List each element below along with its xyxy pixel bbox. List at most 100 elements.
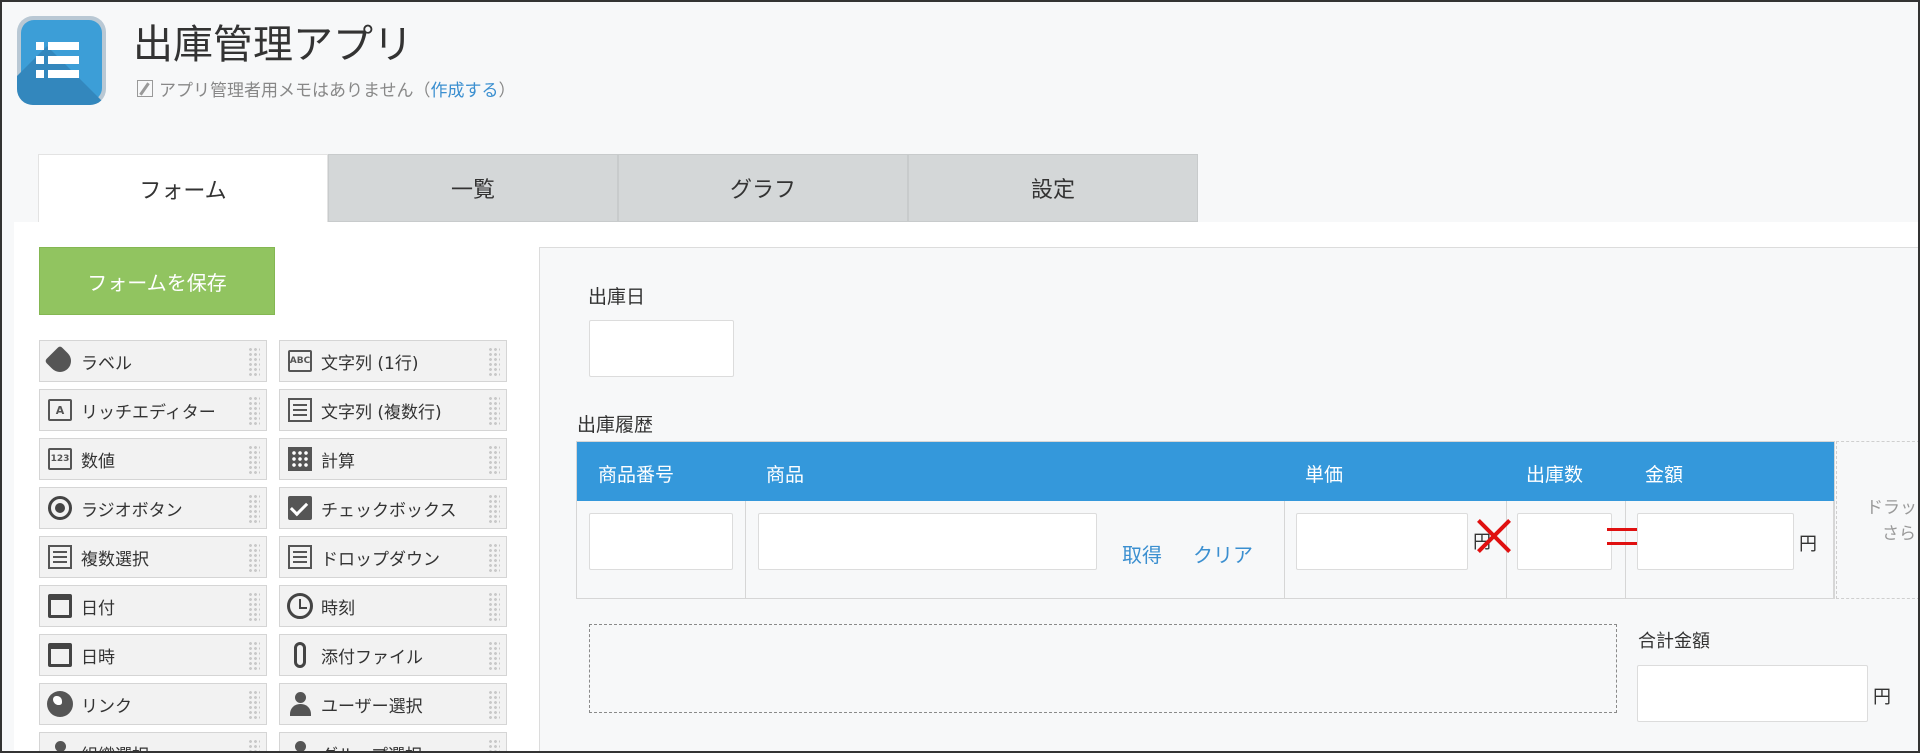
amount-yen: 円 [1799,534,1817,555]
drag-handle-icon [248,445,260,475]
product-input[interactable] [758,513,1097,570]
drag-handle-icon [488,543,500,573]
create-memo-link[interactable]: 作成する [431,76,499,101]
palette-item-text: 複数選択 [81,549,149,570]
palette-item-text: 添付ファイル [321,647,423,668]
tab-graph[interactable]: グラフ [618,154,908,222]
settings-tabs: フォーム 一覧 グラフ 設定 [38,154,1198,223]
multiline-text-icon [287,397,313,423]
memo-paren-close: ） [498,81,516,101]
palette-item-time[interactable]: 時刻 [279,585,507,627]
checkbox-icon [287,495,313,521]
drag-handle-icon [488,396,500,426]
column-header-product: 商品 [766,464,805,486]
palette-item-attachment[interactable]: 添付ファイル [279,634,507,676]
palette-item-dropdown[interactable]: ドロップダウン [279,536,507,578]
group-icon [287,740,313,753]
empty-drop-area[interactable] [589,624,1617,713]
table-header: 商品番号 商品 単価 出庫数 金額 [577,442,1834,501]
drag-handle-icon [488,690,500,720]
palette-item-checkbox[interactable]: チェックボックス [279,487,507,529]
app-memo: アプリ管理者用メモはありません （ 作成する ） [137,76,516,101]
paperclip-icon [287,642,313,668]
tag-icon [44,345,76,377]
palette-item-text: ラベル [81,353,132,374]
field-palette: ラベル ABC 文字列 (1行) A リッチエディター 文字列 (複数行) 123 数… [39,340,507,753]
product-code-input[interactable] [589,513,733,570]
palette-item-text: 日付 [81,598,115,619]
save-form-button[interactable]: フォームを保存 [39,247,275,315]
palette-item-user-select[interactable]: ユーザー選択 [279,683,507,725]
palette-item-date[interactable]: 日付 [39,585,267,627]
total-amount-input[interactable] [1637,665,1868,722]
drag-handle-icon [488,641,500,671]
palette-item-number[interactable]: 123 数値 [39,438,267,480]
palette-item-text: ユーザー選択 [321,696,423,717]
palette-item-single-line-text[interactable]: ABC 文字列 (1行) [279,340,507,382]
palette-item-label[interactable]: ラベル [39,340,267,382]
palette-item-multi-line-text[interactable]: 文字列 (複数行) [279,389,507,431]
palette-item-multi-select[interactable]: 複数選択 [39,536,267,578]
tab-list[interactable]: 一覧 [328,154,618,222]
palette-item-text: ラジオボタン [81,500,183,521]
drag-handle-icon [248,641,260,671]
multi-select-icon [47,544,73,570]
org-icon [47,740,73,753]
amount-input[interactable] [1637,513,1794,570]
palette-item-link[interactable]: リンク [39,683,267,725]
edit-memo-icon [137,80,153,97]
memo-text: アプリ管理者用メモはありません [159,81,414,101]
drag-handle-icon [488,592,500,622]
tab-settings[interactable]: 設定 [908,154,1198,222]
memo-paren-open: （ [413,81,431,101]
palette-item-text: ドロップダウン [321,549,440,570]
field-label-ship-date: 出庫日 [588,286,646,308]
radio-icon [47,495,73,521]
palette-item-calculation[interactable]: 計算 [279,438,507,480]
drag-handle-icon [488,347,500,377]
rich-text-icon: A [47,397,73,423]
drag-handle-icon [248,739,260,753]
palette-item-radio-button[interactable]: ラジオボタン [39,487,267,529]
number-icon: 123 [47,446,73,472]
palette-item-text: 数値 [81,451,115,472]
column-header-amount: 金額 [1645,464,1684,486]
clock-icon [287,593,313,619]
palette-item-text: リンク [81,696,132,717]
dropdown-icon [287,544,313,570]
column-header-price: 単価 [1305,464,1344,486]
list-icon [36,42,79,84]
drag-handle-icon [488,494,500,524]
globe-icon [47,691,73,717]
unit-price-input[interactable] [1296,513,1468,570]
field-label-total-amount: 合計金額 [1638,631,1710,652]
ship-date-input[interactable] [589,320,734,377]
drag-handle-icon [248,347,260,377]
tab-form[interactable]: フォーム [38,154,328,223]
datetime-icon [47,642,73,668]
fetch-link[interactable]: 取得 [1122,539,1162,568]
clear-link[interactable]: クリア [1193,539,1253,568]
total-yen: 円 [1873,687,1891,708]
multiply-annotation [1474,516,1514,556]
palette-item-text: 組織選択 [81,741,149,753]
field-label-ship-history: 出庫履歴 [577,414,654,436]
column-header-code: 商品番号 [598,464,675,486]
column-header-qty: 出庫数 [1526,464,1584,486]
palette-item-group-select[interactable]: グループ選択 [279,732,507,753]
user-icon [287,691,313,717]
palette-item-text: リッチエディター [81,402,216,423]
drag-handle-icon [488,445,500,475]
palette-item-text: 日時 [81,647,115,668]
ship-qty-input[interactable] [1517,513,1612,570]
palette-item-datetime[interactable]: 日時 [39,634,267,676]
palette-item-text: チェックボックス [321,500,457,521]
palette-item-text: 計算 [321,451,355,472]
palette-item-rich-editor[interactable]: A リッチエディター [39,389,267,431]
palette-item-org-select[interactable]: 組織選択 [39,732,267,753]
abc-icon: ABC [287,348,313,374]
app-icon [17,16,106,105]
drag-handle-icon [248,592,260,622]
drag-handle-icon [248,690,260,720]
drag-handle-icon [248,494,260,524]
